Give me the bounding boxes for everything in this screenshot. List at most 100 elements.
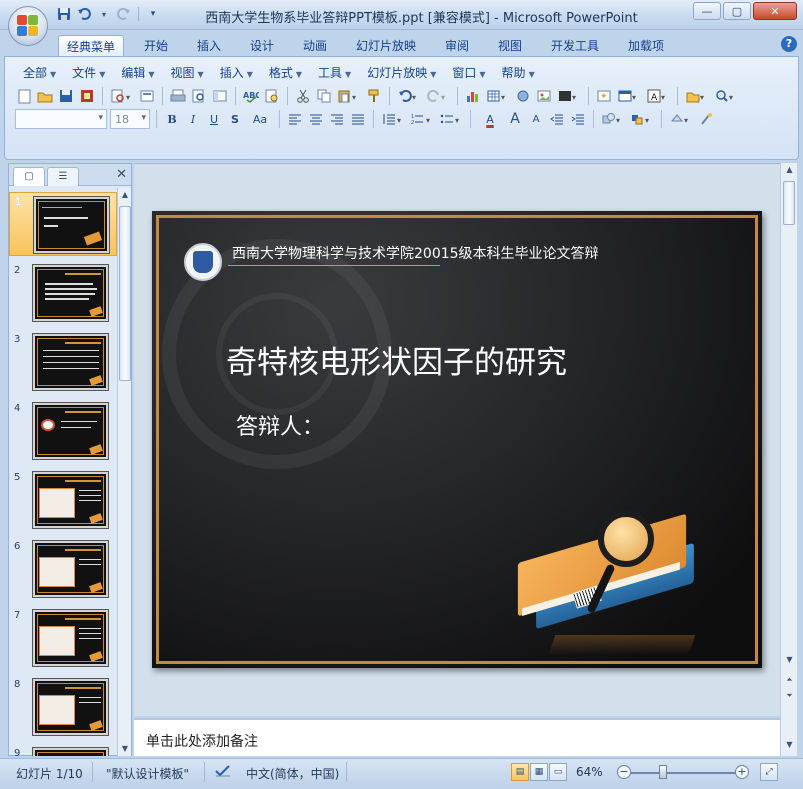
tab-slide-show[interactable]: 幻灯片放映 (348, 35, 424, 56)
previous-slide-icon[interactable]: ⏶ (781, 673, 798, 687)
slide-thumbnail-2[interactable]: 2 (9, 261, 117, 325)
insert-table-dropdown-icon[interactable]: ▾ (485, 87, 511, 105)
menu-help[interactable]: 帮助 ▼ (494, 63, 543, 82)
change-case-button[interactable]: Aa (247, 110, 273, 128)
tab-classic-menu[interactable]: 经典菜单 (58, 35, 125, 56)
menu-tools[interactable]: 工具 ▼ (310, 63, 359, 82)
open-folder-icon[interactable] (36, 87, 54, 105)
zoom-in-button[interactable]: + (735, 765, 749, 779)
align-left-icon[interactable] (286, 110, 304, 128)
slide-thumbnail-9[interactable]: 9 (9, 744, 117, 756)
shape-effects-icon[interactable] (697, 110, 715, 128)
permission-icon[interactable] (78, 87, 96, 105)
undo-dropdown-icon[interactable]: ▾ (396, 87, 422, 105)
font-name-combo[interactable] (15, 109, 107, 129)
spelling-icon[interactable]: ABC (242, 87, 260, 105)
increase-font-size-button[interactable]: A (506, 110, 524, 128)
arrange-dropdown-icon[interactable]: ▾ (629, 110, 655, 128)
text-box-dropdown-icon[interactable]: A ▾ (645, 87, 671, 105)
insert-clip-art-icon[interactable] (514, 87, 532, 105)
scrollbar-thumb[interactable] (783, 181, 795, 225)
slides-tab[interactable]: ▢ (13, 167, 45, 186)
slide-thumbnail-1[interactable]: 1 (9, 192, 117, 256)
numbering-dropdown-icon[interactable]: 1 2 ▾ (409, 110, 435, 128)
find-dropdown-icon[interactable]: ▾ (713, 87, 739, 105)
shape-fill-dropdown-icon[interactable]: ▾ (668, 110, 694, 128)
language-indicator[interactable]: 中文(简体，中国) (246, 765, 339, 782)
zoom-slider-knob[interactable] (659, 765, 667, 779)
cut-icon[interactable] (294, 87, 312, 105)
menu-edit[interactable]: 编辑 ▼ (113, 63, 162, 82)
research-icon[interactable] (263, 87, 281, 105)
slide-show-view-button[interactable]: ▭ (549, 763, 567, 781)
save-icon[interactable] (57, 87, 75, 105)
slide-header-text[interactable]: 西南大学物理科学与技术学院20015级本科生毕业论文答辩 (232, 243, 599, 263)
paste-dropdown-icon[interactable]: ▾ (336, 87, 362, 105)
tab-view[interactable]: 视图 (490, 35, 530, 56)
font-color-button[interactable]: A (477, 110, 503, 128)
font-size-combo[interactable]: 18 (110, 109, 150, 129)
print-preview-icon[interactable] (190, 87, 208, 105)
slide-thumbnail-7[interactable]: 7 (9, 606, 117, 670)
slide-canvas[interactable]: 西南大学物理科学与技术学院20015级本科生毕业论文答辩 奇特核电形状因子的研究… (152, 211, 762, 668)
scroll-down-icon[interactable]: ▼ (118, 742, 132, 756)
menu-insert[interactable]: 插入 ▼ (212, 63, 261, 82)
underline-button[interactable]: U (205, 110, 223, 128)
slide-title[interactable]: 奇特核电形状因子的研究 (226, 337, 567, 382)
theme-name[interactable]: "默认设计模板" (106, 765, 189, 782)
tab-review[interactable]: 审阅 (437, 35, 477, 56)
tab-animations[interactable]: 动画 (295, 35, 335, 56)
copy-icon[interactable] (315, 87, 333, 105)
office-button[interactable] (8, 6, 48, 46)
decrease-indent-icon[interactable] (548, 110, 566, 128)
tab-add-ins[interactable]: 加载项 (620, 35, 672, 56)
folder-dropdown-icon[interactable]: ▾ (684, 87, 710, 105)
zoom-slider[interactable] (630, 772, 740, 774)
slide-thumbnail-3[interactable]: 3 (9, 330, 117, 394)
menu-window[interactable]: 窗口 ▼ (444, 63, 493, 82)
zoom-out-button[interactable]: − (617, 765, 631, 779)
slide-thumbnail-8[interactable]: 8 (9, 675, 117, 739)
new-document-icon[interactable] (15, 87, 33, 105)
align-right-icon[interactable] (328, 110, 346, 128)
tab-developer[interactable]: 开发工具 (543, 35, 607, 56)
menu-all[interactable]: 全部 ▼ (15, 63, 64, 82)
close-button[interactable]: ✕ (753, 2, 797, 20)
slide-design-dropdown-icon[interactable]: ▾ (616, 87, 642, 105)
notes-pane[interactable]: 单击此处添加备注 (134, 718, 780, 756)
color-grayscale-dropdown-icon[interactable]: ▾ (556, 87, 582, 105)
fit-to-window-button[interactable]: ⤢ (760, 763, 778, 781)
bullets-dropdown-icon[interactable]: ▾ (438, 110, 464, 128)
slide-thumbnail-5[interactable]: 5 (9, 468, 117, 532)
slide-presenter-label[interactable]: 答辩人： (236, 409, 324, 441)
menu-file[interactable]: 文件 ▼ (64, 63, 113, 82)
thumbnail-scrollbar[interactable]: ▲ ▼ (117, 188, 131, 756)
redo-dropdown-icon[interactable]: ▾ (425, 87, 451, 105)
insert-picture-icon[interactable] (535, 87, 553, 105)
scroll-down-icon[interactable]: ▼ (781, 738, 798, 752)
line-spacing-dropdown-icon[interactable]: ▾ (380, 110, 406, 128)
spell-check-icon[interactable] (214, 763, 232, 782)
format-painter-icon[interactable] (365, 87, 383, 105)
minimize-button[interactable]: — (693, 2, 721, 20)
italic-button[interactable]: I (184, 110, 202, 128)
tab-home[interactable]: 开始 (136, 35, 176, 56)
print-icon[interactable] (169, 87, 187, 105)
print-preview-dropdown-icon[interactable]: ▾ (109, 87, 135, 105)
slide-scrollbar[interactable]: ▲ ▼ ⏶ ⏷ ▼ (780, 163, 797, 756)
tab-design[interactable]: 设计 (242, 35, 282, 56)
scrollbar-thumb[interactable] (119, 206, 131, 381)
align-center-icon[interactable] (307, 110, 325, 128)
page-setup-icon[interactable] (138, 87, 156, 105)
normal-view-button[interactable]: ▤ (511, 763, 529, 781)
slide-thumbnail-6[interactable]: 6 (9, 537, 117, 601)
next-slide-icon[interactable]: ⏷ (781, 689, 798, 703)
scroll-down-icon[interactable]: ▼ (781, 653, 798, 667)
shapes-dropdown-icon[interactable]: ▾ (600, 110, 626, 128)
zoom-level[interactable]: 64% (576, 765, 603, 779)
justify-icon[interactable] (349, 110, 367, 128)
bold-button[interactable]: B (163, 110, 181, 128)
insert-chart-icon[interactable] (464, 87, 482, 105)
increase-indent-icon[interactable] (569, 110, 587, 128)
slide-sorter-view-button[interactable]: ▦ (530, 763, 548, 781)
